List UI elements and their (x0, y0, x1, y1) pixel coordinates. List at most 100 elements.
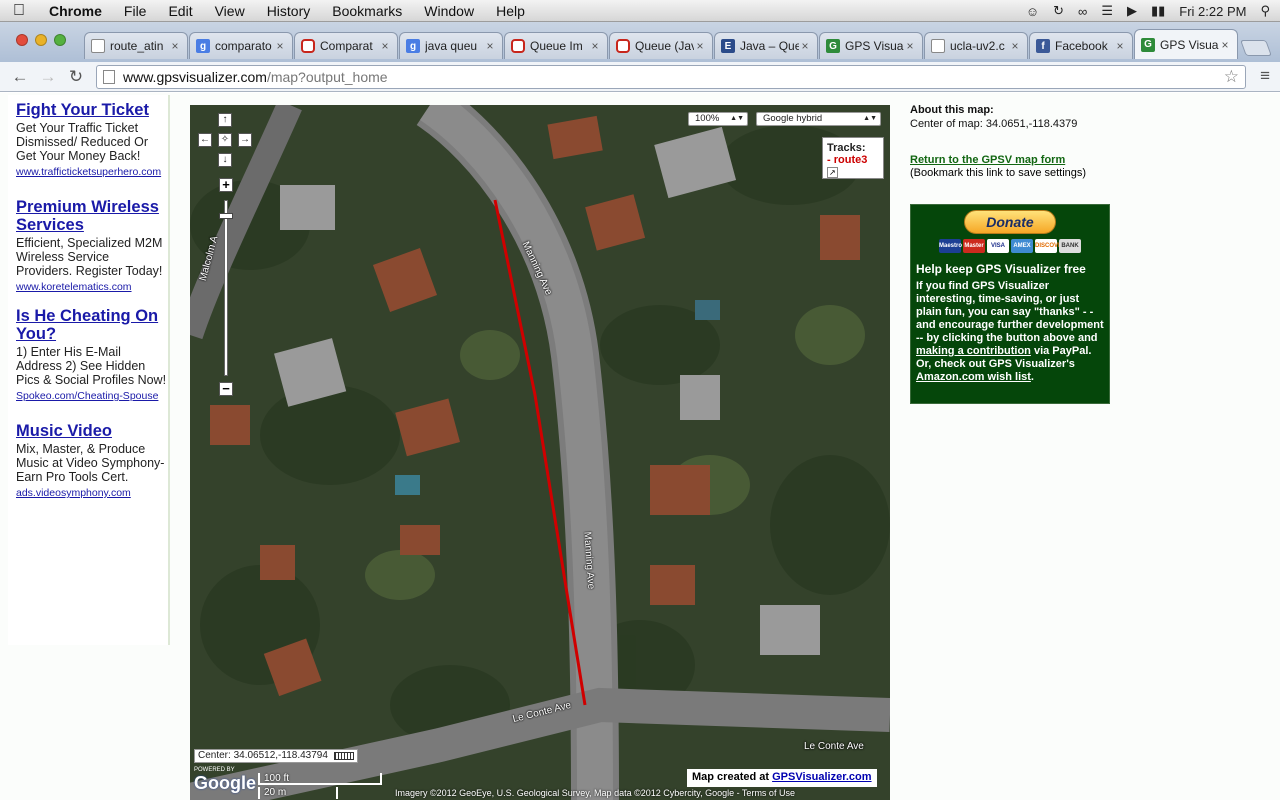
satellite-map[interactable]: ↑ ← ✧ → ↓ + − 100% ▲▼ Google hybrid ▲▼ T… (190, 105, 890, 800)
browser-tab[interactable]: route_atin × (84, 32, 188, 59)
pan-up-button[interactable]: ↑ (218, 113, 232, 127)
menu-window[interactable]: Window (413, 3, 485, 19)
new-tab-button[interactable] (1240, 40, 1272, 56)
ad-url-link[interactable]: Spokeo.com/Cheating-Spouse (16, 390, 168, 402)
bookmark-star-icon[interactable]: ☆ (1224, 67, 1239, 87)
map-type-select[interactable]: Google hybrid ▲▼ (756, 112, 881, 126)
menu-chrome[interactable]: Chrome (38, 3, 113, 19)
zoom-window-button[interactable] (54, 34, 66, 46)
browser-tab[interactable]: g java queu × (399, 32, 503, 59)
bluetooth-icon[interactable]: ∞ (1078, 4, 1087, 19)
zoom-percent-value: 100% (695, 113, 720, 124)
payment-cards: Maestro Master VISA AMEX DISCOVER BANK (916, 239, 1104, 253)
pan-center-button[interactable]: ✧ (218, 133, 232, 147)
spotlight-icon[interactable]: ⚲ (1260, 3, 1270, 19)
accessibility-icon[interactable]: ☺ (1026, 4, 1039, 19)
menu-view[interactable]: View (204, 3, 256, 19)
ad-url-link[interactable]: www.trafficticketsuperhero.com (16, 166, 168, 178)
donate-heading: Help keep GPS Visualizer free (916, 262, 1086, 276)
browser-tab[interactable]: ucla-uv2.c × (924, 32, 1028, 59)
gpsvisualizer-link[interactable]: GPSVisualizer.com (772, 771, 871, 783)
ad-url-link[interactable]: ads.videosymphony.com (16, 487, 168, 499)
menu-help[interactable]: Help (485, 3, 536, 19)
google-logo[interactable]: Google (194, 773, 256, 794)
menu-history[interactable]: History (256, 3, 322, 19)
browser-tab[interactable]: Queue (Jav × (609, 32, 713, 59)
ad-title-link[interactable]: Premium Wireless Services (16, 198, 168, 234)
donate-text-part: . (1030, 371, 1034, 383)
zoom-slider-thumb[interactable] (219, 213, 233, 219)
return-note: (Bookmark this link to save settings) (910, 167, 1087, 179)
browser-tab[interactable]: E Java – Que × (714, 32, 818, 59)
zoom-slider-track[interactable] (224, 200, 228, 376)
browser-tab[interactable]: Queue Im × (504, 32, 608, 59)
close-window-button[interactable] (16, 34, 28, 46)
minimize-window-button[interactable] (35, 34, 47, 46)
browser-tab[interactable]: G GPS Visual × (819, 32, 923, 59)
track-prefix: - (827, 154, 831, 166)
close-tab-icon[interactable]: × (274, 39, 286, 53)
tab-title: GPS Visual (1160, 37, 1219, 52)
browser-tab[interactable]: Comparat × (294, 32, 398, 59)
zoom-out-button[interactable]: − (219, 382, 233, 396)
about-map: About this map: Center of map: 34.0651,-… (910, 103, 1077, 131)
ad-title-link[interactable]: Fight Your Ticket (16, 101, 168, 119)
make-contribution-link[interactable]: making a contribution (916, 345, 1031, 357)
clock[interactable]: Fri 2:22 PM (1179, 4, 1246, 19)
menu-bookmarks[interactable]: Bookmarks (321, 3, 413, 19)
close-tab-icon[interactable]: × (904, 39, 916, 53)
map-copyright[interactable]: Imagery ©2012 GeoEye, U.S. Geological Su… (395, 788, 795, 798)
donate-button[interactable]: Donate (964, 210, 1056, 234)
ad-body: Efficient, Specialized M2M Wireless Serv… (16, 236, 163, 278)
amazon-wish-list-link[interactable]: Amazon.com wish list (916, 371, 1031, 383)
battery-icon[interactable]: ▮▮ (1151, 3, 1165, 19)
forward-button[interactable]: → (34, 67, 62, 87)
zoom-percent-select[interactable]: 100% ▲▼ (688, 112, 748, 126)
settings-menu-icon[interactable]: ≡ (1260, 66, 1270, 86)
reload-button[interactable]: ↻ (62, 67, 90, 87)
track-entry[interactable]: - route3 ↗ (827, 154, 879, 178)
tab-title: Java – Que (740, 39, 799, 53)
browser-tab[interactable]: f Facebook × (1029, 32, 1133, 59)
address-bar[interactable]: www.gpsvisualizer.com/map?output_home ☆ (96, 65, 1246, 89)
close-tab-icon[interactable]: × (1219, 38, 1231, 52)
visa-card-icon: VISA (987, 239, 1009, 253)
back-button[interactable]: ← (6, 67, 34, 87)
pan-left-button[interactable]: ← (198, 133, 212, 147)
pan-down-button[interactable]: ↓ (218, 153, 232, 167)
close-tab-icon[interactable]: × (589, 39, 601, 53)
tab-favicon-icon: g (406, 39, 420, 53)
menu-edit[interactable]: Edit (157, 3, 203, 19)
ad-title-link[interactable]: Is He Cheating On You? (16, 307, 168, 343)
ruler-icon[interactable] (333, 752, 354, 760)
close-tab-icon[interactable]: × (169, 39, 181, 53)
ad-sidebar: Fight Your Ticket Get Your Traffic Ticke… (8, 95, 170, 645)
time-machine-icon[interactable]: ↻ (1053, 3, 1064, 19)
close-tab-icon[interactable]: × (694, 39, 706, 53)
browser-tab[interactable]: G GPS Visual × (1134, 29, 1238, 59)
wifi-icon[interactable]: ☰ (1101, 3, 1113, 19)
track-name-link[interactable]: route3 (834, 154, 868, 166)
track-popout-icon[interactable]: ↗ (827, 167, 838, 178)
browser-tab[interactable]: g comparato × (189, 32, 293, 59)
close-tab-icon[interactable]: × (484, 39, 496, 53)
donate-panel: Donate Maestro Master VISA AMEX DISCOVER… (910, 204, 1110, 404)
close-tab-icon[interactable]: × (799, 39, 811, 53)
tab-favicon-icon: G (826, 39, 840, 53)
close-tab-icon[interactable]: × (1114, 39, 1126, 53)
pan-right-button[interactable]: → (238, 133, 252, 147)
close-tab-icon[interactable]: × (1009, 39, 1021, 53)
menu-file[interactable]: File (113, 3, 158, 19)
tab-title: GPS Visual (845, 39, 904, 53)
map-imagery[interactable] (190, 105, 890, 800)
select-arrow-icon: ▲▼ (863, 115, 877, 122)
zoom-in-button[interactable]: + (219, 178, 233, 192)
return-to-form-link[interactable]: Return to the GPSV map form (910, 154, 1065, 166)
ad-title-link[interactable]: Music Video (16, 422, 168, 440)
center-label: Center of map: (910, 118, 983, 130)
ad-url-link[interactable]: www.koretelematics.com (16, 281, 168, 293)
volume-icon[interactable]: ▶ (1127, 3, 1137, 19)
credit-prefix: Map created at (692, 771, 770, 783)
apple-menu-icon[interactable]:  (0, 2, 38, 20)
close-tab-icon[interactable]: × (379, 39, 391, 53)
